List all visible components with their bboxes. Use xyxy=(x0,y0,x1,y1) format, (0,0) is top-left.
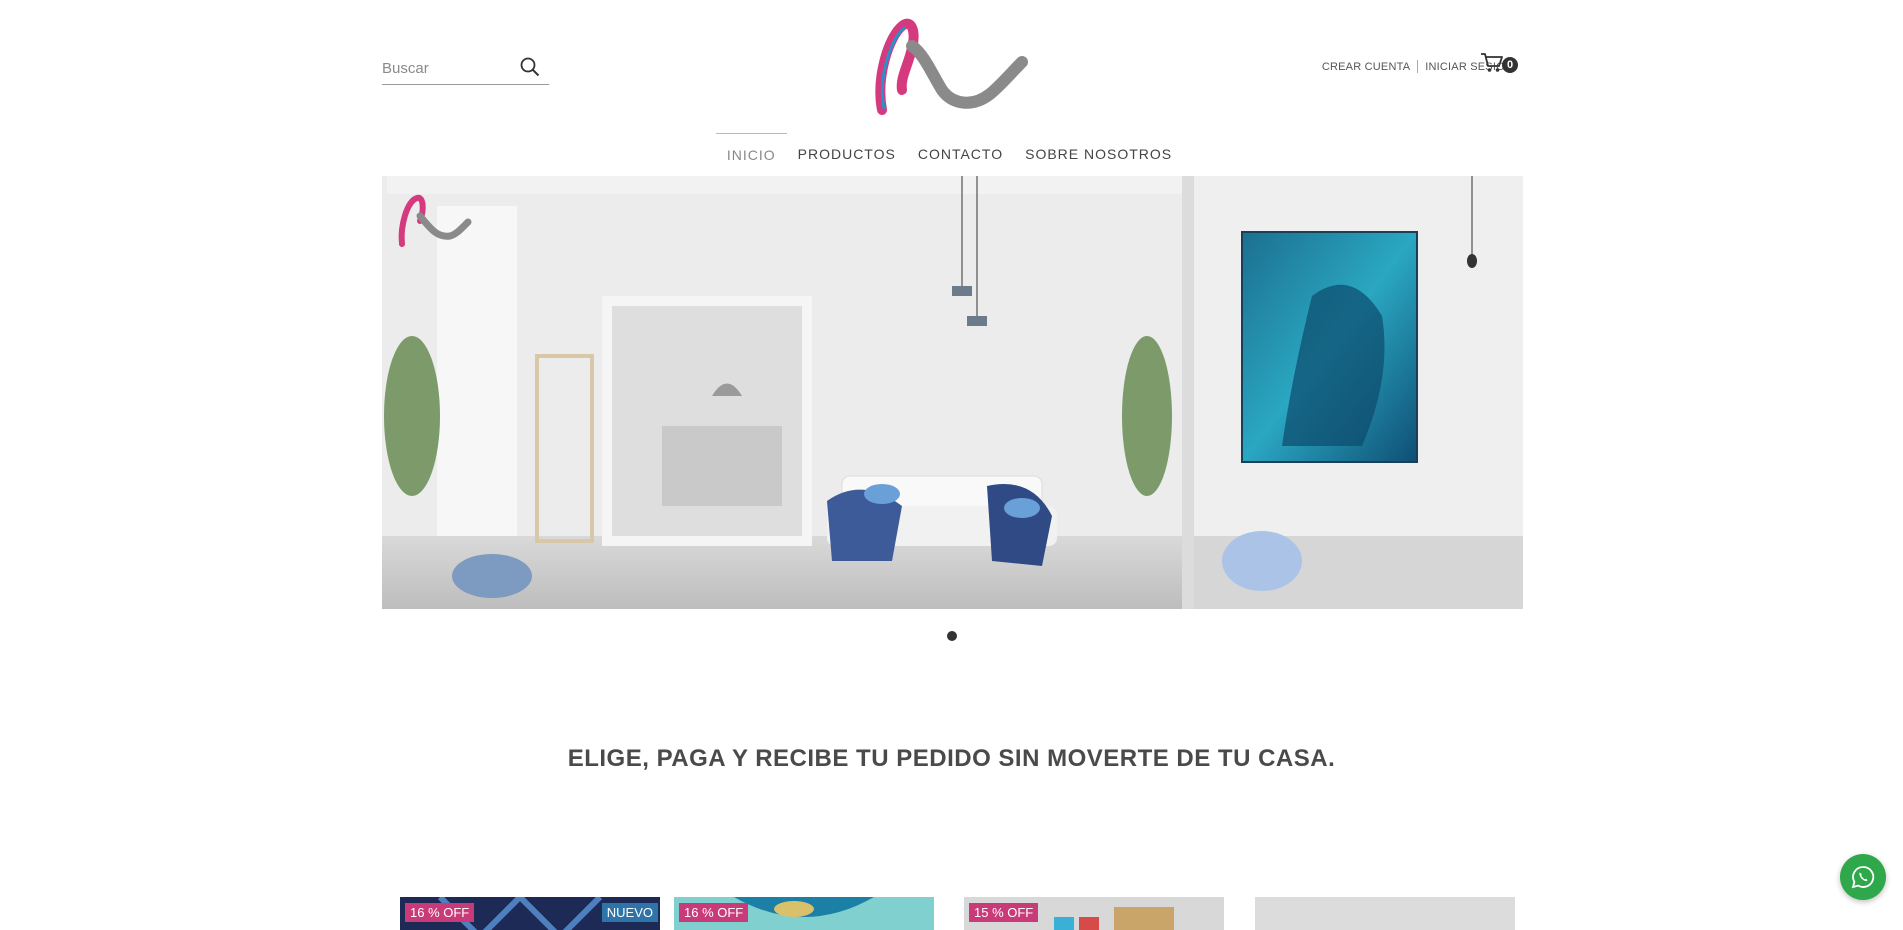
search-icon[interactable] xyxy=(519,56,541,78)
main-nav: INICIO PRODUCTOS CONTACTO SOBRE NOSOTROS xyxy=(0,133,1903,177)
hero-banner[interactable] xyxy=(382,176,1523,609)
new-badge: NUEVO xyxy=(601,903,658,922)
cart-button[interactable]: 0 xyxy=(1480,52,1520,78)
site-logo[interactable] xyxy=(872,18,1032,116)
search-input[interactable] xyxy=(382,54,512,82)
product-grid: 16 % OFF NUEVO 16 % OFF 15 % OFF xyxy=(382,897,1523,930)
product-card[interactable]: 15 % OFF xyxy=(964,897,1224,930)
discount-badge: 16 % OFF xyxy=(679,903,749,922)
product-card[interactable]: 16 % OFF xyxy=(674,897,934,930)
discount-badge: 16 % OFF xyxy=(405,903,475,922)
product-card[interactable]: 16 % OFF NUEVO xyxy=(400,897,660,930)
whatsapp-icon xyxy=(1851,866,1875,889)
nav-item-productos[interactable]: PRODUCTOS xyxy=(787,133,907,175)
nav-item-contacto[interactable]: CONTACTO xyxy=(907,133,1014,175)
search-bar xyxy=(382,52,549,85)
nav-item-inicio[interactable]: INICIO xyxy=(715,133,787,177)
nav-item-sobre-nosotros[interactable]: SOBRE NOSOTROS xyxy=(1014,133,1183,175)
discount-badge: 15 % OFF xyxy=(969,903,1039,922)
create-account-link[interactable]: CREAR CUENTA xyxy=(1322,61,1410,73)
hero-image xyxy=(382,176,1523,609)
promo-headline: ELIGE, PAGA Y RECIBE TU PEDIDO SIN MOVER… xyxy=(567,745,1336,772)
divider xyxy=(1417,60,1419,73)
cart-count-badge: 0 xyxy=(1502,57,1518,73)
whatsapp-button[interactable] xyxy=(1840,854,1886,900)
slider-dot-active[interactable] xyxy=(947,631,957,641)
cart-icon xyxy=(1481,53,1503,72)
product-image xyxy=(1255,897,1515,930)
product-card[interactable] xyxy=(1255,897,1515,930)
